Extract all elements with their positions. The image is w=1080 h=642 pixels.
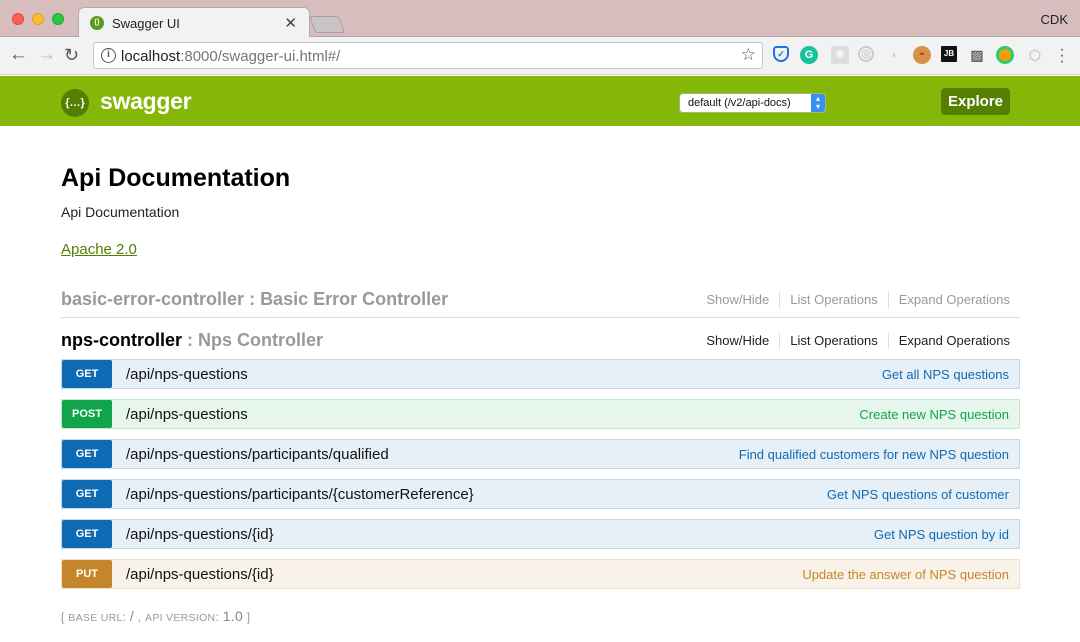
url-text[interactable]: localhost:8000/swagger-ui.html#/ bbox=[121, 48, 340, 65]
resource-title[interactable]: nps-controller : Nps Controller bbox=[61, 330, 323, 351]
back-arrow-icon[interactable]: ← bbox=[9, 44, 28, 66]
browser-menu-icon[interactable]: · · · bbox=[1059, 42, 1065, 70]
show-hide-link[interactable]: Show/Hide bbox=[706, 333, 769, 349]
info-icon[interactable]: i bbox=[101, 48, 116, 63]
operation-row[interactable]: GET /api/nps-questions/participants/{cus… bbox=[61, 479, 1020, 509]
resource-basic-error-controller: basic-error-controller : Basic Error Con… bbox=[61, 278, 1020, 318]
divider bbox=[779, 333, 781, 349]
operation-path[interactable]: /api/nps-questions/{id} bbox=[126, 526, 274, 543]
swagger-favicon-icon: {} bbox=[90, 16, 104, 30]
method-badge[interactable]: GET bbox=[62, 440, 112, 468]
operations-list: GET /api/nps-questions Get all NPS quest… bbox=[61, 359, 1020, 599]
new-tab-button[interactable] bbox=[308, 16, 346, 33]
operation-summary[interactable]: Get all NPS questions bbox=[882, 367, 1009, 382]
swagger-logo-icon[interactable]: {…} bbox=[61, 89, 89, 117]
api-version-value: 1.0 bbox=[222, 608, 244, 624]
resource-description: Nps Controller bbox=[198, 330, 324, 350]
operation-summary[interactable]: Get NPS question by id bbox=[874, 527, 1009, 542]
divider bbox=[779, 292, 781, 308]
url-host: localhost bbox=[121, 48, 181, 65]
resource-nps-controller: nps-controller : Nps Controller Show/Hid… bbox=[61, 319, 1020, 359]
page-title: Api Documentation bbox=[61, 164, 291, 192]
list-operations-link[interactable]: List Operations bbox=[790, 292, 877, 308]
operation-row[interactable]: PUT /api/nps-questions/{id} Update the a… bbox=[61, 559, 1020, 589]
browser-tab[interactable]: {} Swagger UI ✕ bbox=[78, 7, 310, 38]
reload-icon[interactable]: ↻ bbox=[64, 44, 79, 66]
privacy-badge-icon[interactable]: ⬡ bbox=[1026, 46, 1044, 64]
list-operations-link[interactable]: List Operations bbox=[790, 333, 877, 349]
resource-title[interactable]: basic-error-controller : Basic Error Con… bbox=[61, 289, 448, 310]
method-badge[interactable]: GET bbox=[62, 480, 112, 508]
operation-row[interactable]: GET /api/nps-questions/{id} Get NPS ques… bbox=[61, 519, 1020, 549]
target-icon[interactable]: ◎ bbox=[858, 46, 874, 62]
operation-row[interactable]: GET /api/nps-questions Get all NPS quest… bbox=[61, 359, 1020, 389]
resource-actions: Show/Hide List Operations Expand Operati… bbox=[706, 292, 1010, 308]
resource-description: Basic Error Controller bbox=[260, 289, 449, 309]
close-window-button[interactable] bbox=[12, 13, 24, 25]
explore-button[interactable]: Explore bbox=[941, 88, 1010, 115]
tab-title: Swagger UI bbox=[112, 16, 180, 31]
method-badge[interactable]: GET bbox=[62, 520, 112, 548]
bookmark-star-icon[interactable]: ☆ bbox=[741, 45, 756, 65]
url-path: :8000/swagger-ui.html#/ bbox=[180, 48, 341, 65]
grammarly-icon[interactable]: G bbox=[800, 46, 818, 64]
method-badge[interactable]: GET bbox=[62, 360, 112, 388]
cookie-icon[interactable]: ◓ bbox=[913, 46, 931, 64]
bracket-close: ] bbox=[243, 610, 251, 624]
maximize-window-button[interactable] bbox=[52, 13, 64, 25]
operation-path[interactable]: /api/nps-questions/participants/qualifie… bbox=[126, 446, 389, 463]
method-badge[interactable]: PUT bbox=[62, 560, 112, 588]
operation-summary[interactable]: Get NPS questions of customer bbox=[827, 487, 1009, 502]
forward-arrow-icon[interactable]: → bbox=[37, 44, 56, 66]
operation-path[interactable]: /api/nps-questions/participants/{custome… bbox=[126, 486, 474, 503]
api-description: Api Documentation bbox=[61, 204, 180, 220]
method-badge[interactable]: POST bbox=[62, 400, 112, 428]
api-spec-select-value: default (/v2/api-docs) bbox=[688, 97, 791, 109]
operation-row[interactable]: GET /api/nps-questions/participants/qual… bbox=[61, 439, 1020, 469]
separator: , bbox=[134, 610, 146, 624]
divider bbox=[887, 333, 889, 349]
expand-operations-link[interactable]: Expand Operations bbox=[899, 333, 1010, 349]
operation-path[interactable]: /api/nps-questions bbox=[126, 406, 248, 423]
resource-actions: Show/Hide List Operations Expand Operati… bbox=[706, 333, 1010, 349]
swagger-header: {…} swagger default (/v2/api-docs) ▴ ▾ Ex… bbox=[0, 76, 1080, 126]
expand-operations-link[interactable]: Expand Operations bbox=[899, 292, 1010, 308]
operation-path[interactable]: /api/nps-questions/{id} bbox=[126, 566, 274, 583]
shield-icon[interactable]: ✓ bbox=[773, 46, 789, 62]
divider bbox=[887, 292, 889, 308]
license-link[interactable]: Apache 2.0 bbox=[61, 241, 137, 258]
operation-summary[interactable]: Update the answer of NPS question bbox=[802, 567, 1009, 582]
resource-separator: : bbox=[244, 289, 261, 309]
profile-name[interactable]: CDK bbox=[1041, 12, 1068, 27]
spinner-icon[interactable]: ◐ bbox=[886, 46, 904, 64]
browser-toolbar: ← → ↻ i localhost:8000/swagger-ui.html#/… bbox=[0, 37, 1080, 75]
minimize-window-button[interactable] bbox=[32, 13, 44, 25]
resource-path[interactable]: basic-error-controller bbox=[61, 289, 244, 309]
resource-path[interactable]: nps-controller bbox=[61, 330, 182, 350]
tab-close-icon[interactable]: ✕ bbox=[284, 14, 297, 32]
ruler-icon[interactable]: ▨ bbox=[968, 46, 986, 64]
operation-summary[interactable]: Find qualified customers for new NPS que… bbox=[739, 447, 1009, 462]
jetbrains-icon[interactable]: JB bbox=[941, 46, 957, 62]
base-url-label: Base URL bbox=[68, 612, 123, 624]
api-spec-select[interactable]: default (/v2/api-docs) ▴ ▾ bbox=[680, 94, 825, 112]
browser-titlebar: {} Swagger UI ✕ CDK bbox=[0, 0, 1080, 38]
color-picker-icon[interactable] bbox=[996, 46, 1014, 64]
address-bar[interactable]: i localhost:8000/swagger-ui.html#/ ☆ bbox=[93, 42, 763, 69]
operation-path[interactable]: /api/nps-questions bbox=[126, 366, 248, 383]
operation-row[interactable]: POST /api/nps-questions Create new NPS q… bbox=[61, 399, 1020, 429]
select-arrows-icon: ▴ ▾ bbox=[811, 94, 825, 112]
resource-separator: : bbox=[182, 330, 199, 350]
show-hide-link[interactable]: Show/Hide bbox=[706, 292, 769, 308]
api-footer-info: [ Base URL: / , Api Version: 1.0 ] bbox=[61, 608, 251, 624]
operation-summary[interactable]: Create new NPS question bbox=[859, 407, 1009, 422]
react-icon[interactable]: ⚛ bbox=[831, 46, 849, 64]
resource-divider bbox=[61, 317, 1020, 318]
swagger-logo-text[interactable]: swagger bbox=[100, 88, 192, 115]
api-version-label: Api Version bbox=[145, 612, 216, 624]
